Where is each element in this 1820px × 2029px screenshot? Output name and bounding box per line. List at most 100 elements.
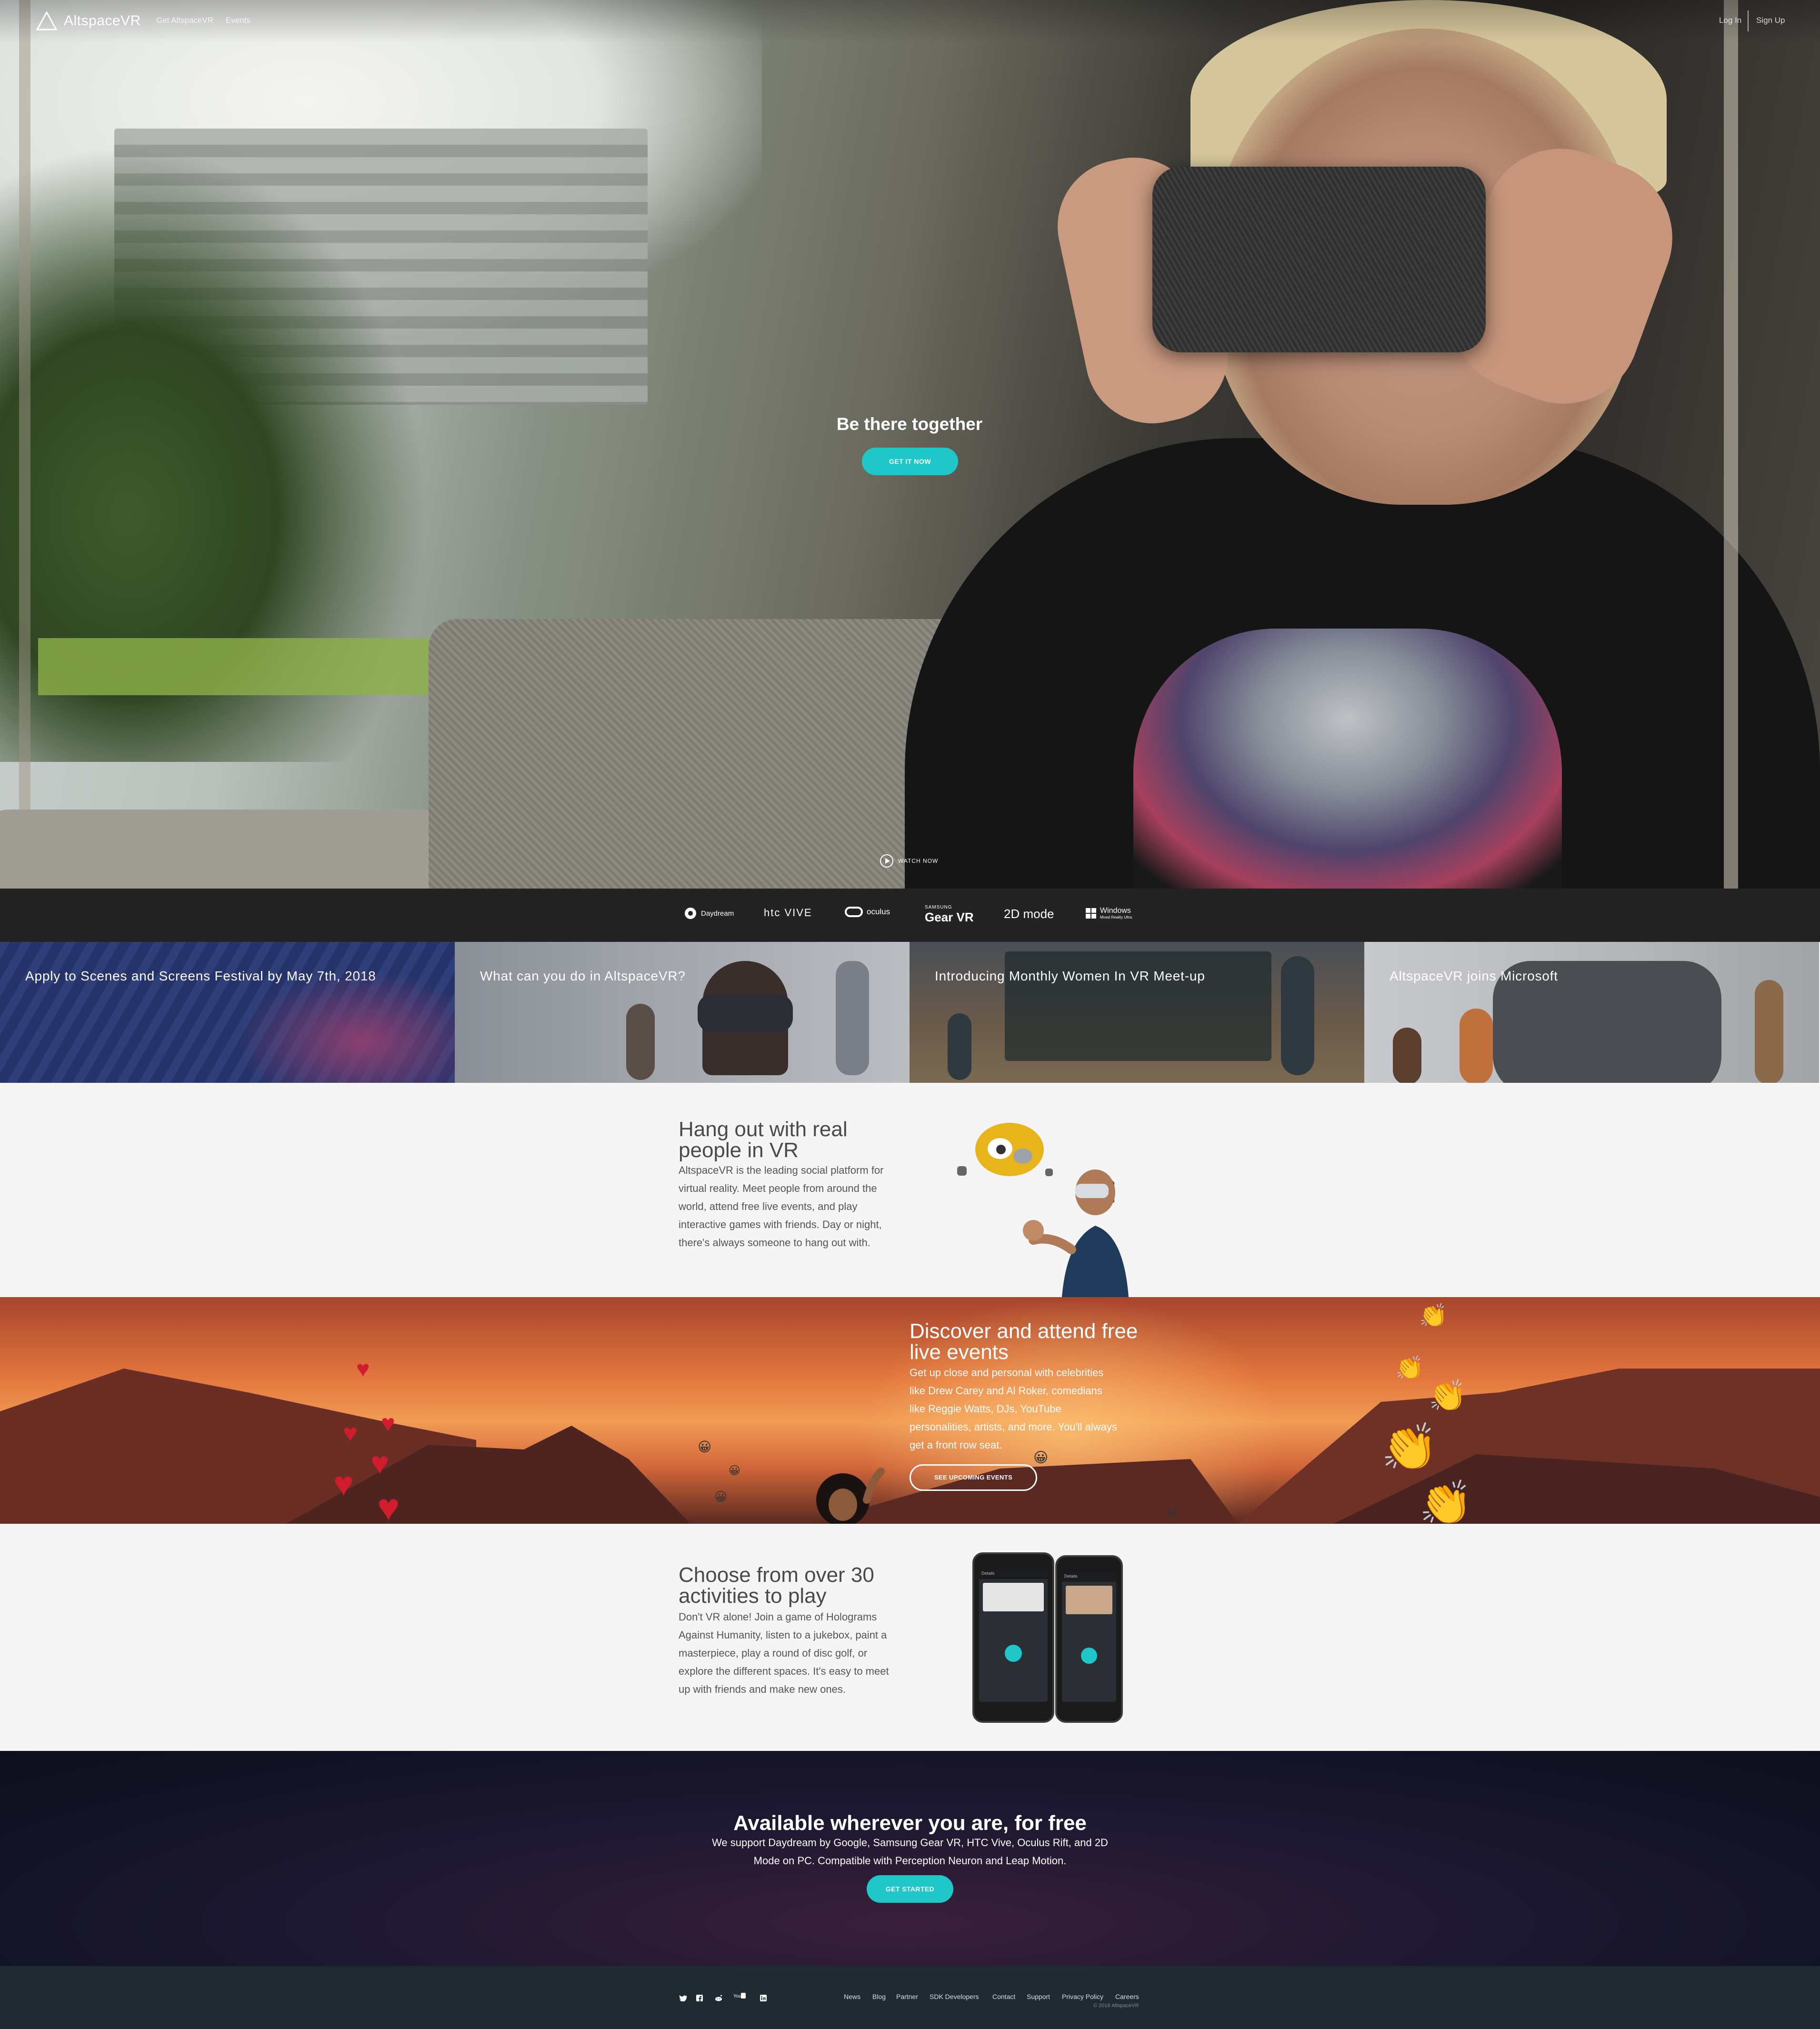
clap-icon: 👏 (1419, 1303, 1448, 1329)
platform-oculus-label: oculus (867, 907, 890, 916)
platform-htc-vive: htc VIVE (764, 907, 812, 919)
top-nav: AltspaceVR Get AltspaceVR Events Log In … (0, 0, 1820, 43)
tile-avatar-image (836, 961, 869, 1075)
available-description: We support Daydream by Google, Samsung G… (686, 1834, 1134, 1870)
tile-scenes-festival[interactable]: Apply to Scenes and Screens Festival by … (0, 942, 455, 1083)
daydream-icon (685, 908, 696, 919)
tile-headset-image (698, 994, 793, 1032)
hangout-line: world, attend free live events, and play (679, 1200, 858, 1212)
footer-link-sdk-developers[interactable]: SDK Developers (930, 1993, 979, 2000)
hangout-avatar-illustration (957, 1123, 1129, 1297)
get-started-button[interactable]: GET STARTED (867, 1875, 953, 1903)
phone-screen: Details (1062, 1571, 1116, 1702)
youtube-icon[interactable]: You (733, 1992, 746, 2002)
tile-avatar-image (1281, 956, 1314, 1075)
heart-icon: ♥ (370, 1445, 390, 1480)
phone-screen-header: Details (979, 1569, 1048, 1579)
activities-line: masterpiece, play a round of disc golf, … (679, 1647, 868, 1659)
linkedin-icon[interactable] (760, 1995, 767, 2004)
clap-icon: 👏 (1429, 1379, 1467, 1413)
altspace-logo-icon (36, 11, 57, 30)
hangout-line: interactive games with friends. Day or n… (679, 1219, 882, 1230)
events-line: like Reggie Watts, DJs, YouTube (910, 1403, 1061, 1415)
activities-line: Against Humanity, listen to a jukebox, p… (679, 1629, 887, 1641)
available-section: Available wherever you are, for free We … (0, 1751, 1820, 1966)
platform-daydream-label: Daydream (701, 909, 734, 918)
heart-icon: ♥ (356, 1357, 370, 1382)
activities-title-line2: activities to play (679, 1584, 827, 1608)
events-line: personalities, artists, and more. You'll… (910, 1421, 1117, 1433)
tile-title: What can you do in AltspaceVR? (480, 969, 686, 983)
nav-get-altspacevr[interactable]: Get AltspaceVR (156, 16, 213, 25)
hero-section: AltspaceVR Get AltspaceVR Events Log In … (0, 0, 1820, 889)
activities-line: explore the different spaces. It's easy … (679, 1665, 889, 1677)
nav-events[interactable]: Events (226, 16, 250, 25)
tile-avatar-image (626, 1004, 655, 1080)
svg-text:You: You (733, 1994, 741, 1999)
tile-what-can-you-do[interactable]: What can you do in AltspaceVR? (455, 942, 910, 1083)
tile-title: AltspaceVR joins Microsoft (1390, 969, 1558, 983)
events-title-line1: Discover and attend free (910, 1319, 1138, 1343)
tile-avatar-image (1393, 1028, 1421, 1083)
phone-mockup-left: Details (972, 1552, 1054, 1723)
platform-gear-vr: SAMSUNG Gear VR (925, 905, 974, 925)
tile-screen-image (1005, 951, 1271, 1061)
platform-oculus: oculus (845, 907, 890, 917)
facebook-icon[interactable] (696, 1995, 703, 2004)
twitter-icon[interactable] (679, 1995, 687, 2004)
tile-title: Apply to Scenes and Screens Festival by … (25, 969, 376, 983)
login-link[interactable]: Log In (1719, 16, 1741, 25)
phone-avatar-image (1066, 1586, 1112, 1614)
footer-link-partner[interactable]: Partner (896, 1993, 918, 2000)
events-avatar-illustration (816, 1468, 885, 1524)
featured-tiles: Apply to Scenes and Screens Festival by … (0, 942, 1820, 1083)
clap-icon: 👏 (1381, 1422, 1438, 1473)
hero-vr-headset (1152, 167, 1486, 352)
hangout-section: Hang out with real people in VR Altspace… (0, 1083, 1820, 1297)
emoji-icon: 😀 (698, 1439, 712, 1454)
get-it-now-button[interactable]: GET IT NOW (862, 448, 958, 475)
hangout-description: AltspaceVR is the leading social platfor… (679, 1161, 926, 1252)
footer-link-contact[interactable]: Contact (992, 1993, 1015, 2000)
heart-icon: ♥ (377, 1486, 400, 1524)
events-title: Discover and attend free live events (910, 1321, 1138, 1363)
activities-line: Don't VR alone! Join a game of Holograms (679, 1611, 877, 1623)
heart-icon: ♥ (343, 1419, 358, 1447)
footer-link-news[interactable]: News (844, 1993, 860, 2000)
brand-logo-link[interactable]: AltspaceVR (36, 11, 141, 30)
hangout-line: virtual reality. Meet people from around… (679, 1182, 877, 1194)
phone-screen-header: Details (1062, 1571, 1116, 1582)
windows-icon (1086, 908, 1096, 919)
nav-divider (1748, 10, 1749, 31)
footer-copyright: © 2018 AltspaceVR (1093, 2003, 1139, 2009)
2d-mode-label: 2D mode (1004, 907, 1054, 921)
tile-joins-microsoft[interactable]: AltspaceVR joins Microsoft (1364, 942, 1819, 1083)
hero-window-frame-right (1724, 0, 1738, 889)
watch-now-link[interactable]: WATCH NOW (880, 854, 938, 868)
footer-link-blog[interactable]: Blog (872, 1993, 886, 2000)
signup-link[interactable]: Sign Up (1756, 16, 1785, 25)
phone-join-icon (1005, 1645, 1022, 1662)
events-line: Get up close and personal with celebriti… (910, 1367, 1104, 1379)
hero-couch-arm (0, 810, 495, 889)
windows-label-group: Windows Mixed Reality Ultra (1100, 907, 1132, 920)
events-line: get a front row seat. (910, 1439, 1002, 1451)
events-section: ♥ ♥ ♥ ♥ ♥ ♥ 👏 👏 👏 👏 👏 😀 😀 😀 😀 😀 Discover… (0, 1297, 1820, 1524)
hero-shirt-graphic (1133, 629, 1562, 889)
reddit-icon[interactable] (714, 1995, 723, 2004)
activities-title: Choose from over 30 activities to play (679, 1565, 874, 1607)
emoji-icon: 😀 (714, 1489, 728, 1504)
see-upcoming-events-button[interactable]: SEE UPCOMING EVENTS (910, 1464, 1037, 1491)
footer-link-support[interactable]: Support (1027, 1993, 1050, 2000)
hangout-title: Hang out with real people in VR (679, 1119, 848, 1161)
windows-sublabel: Mixed Reality Ultra (1100, 915, 1132, 920)
footer-link-privacy-policy[interactable]: Privacy Policy (1062, 1993, 1103, 2000)
gear-vr-brand: SAMSUNG (925, 905, 952, 910)
footer-link-careers[interactable]: Careers (1115, 1993, 1139, 2000)
tile-women-in-vr[interactable]: Introducing Monthly Women In VR Meet-up (910, 942, 1364, 1083)
brand-name: AltspaceVR (64, 13, 141, 29)
activities-line: up with friends and make new ones. (679, 1683, 846, 1695)
tile-title: Introducing Monthly Women In VR Meet-up (935, 969, 1205, 983)
events-description: Get up close and personal with celebriti… (910, 1364, 1157, 1454)
hangout-line: AltspaceVR is the leading social platfor… (679, 1164, 884, 1176)
